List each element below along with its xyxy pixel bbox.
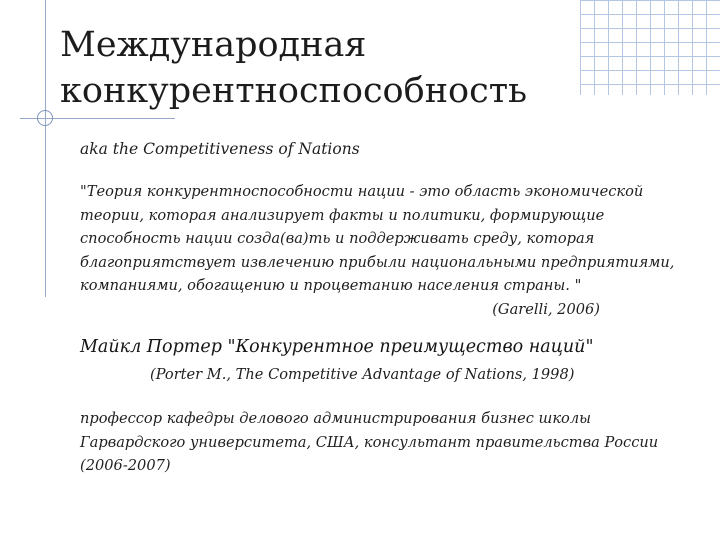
bio-line: (2006-2007) (80, 457, 171, 474)
definition-line: теории, которая анализирует факты и поли… (80, 206, 605, 224)
definition-quote: "Теория конкурентноспособности нации - э… (80, 180, 680, 321)
decor-vertical-line-bottom (45, 112, 46, 297)
definition-line: компаниями, обогащению и процветанию нас… (80, 277, 582, 294)
title-line-2: конкурентноспособность (60, 71, 528, 111)
porter-bio: профессор кафедры делового администриров… (80, 407, 690, 478)
definition-reference: (Garelli, 2006) (492, 300, 600, 318)
title-line-1: Международная (60, 25, 367, 65)
decor-vertical-line-top (45, 0, 46, 112)
bio-line: Гарвардского университета, США, консульт… (80, 433, 659, 451)
definition-line: "Теория конкурентноспособности нации - э… (80, 183, 644, 200)
subtitle: aka the Competitiveness of Nations (80, 140, 360, 158)
porter-reference: (Porter M., The Competitive Advantage of… (150, 366, 575, 383)
definition-line: способность нации созда(ва)ть и поддержи… (80, 230, 595, 247)
slide: Международная конкурентноспособность aka… (0, 0, 720, 540)
porter-heading: Майкл Портер "Конкурентное преимущество … (80, 337, 594, 357)
page-title: Международная конкурентноспособность (60, 22, 700, 114)
crosshair-ring-icon (37, 110, 53, 126)
definition-line: благоприятствует извлечению прибыли наци… (80, 253, 675, 271)
bio-line: профессор кафедры делового администриров… (80, 410, 592, 427)
